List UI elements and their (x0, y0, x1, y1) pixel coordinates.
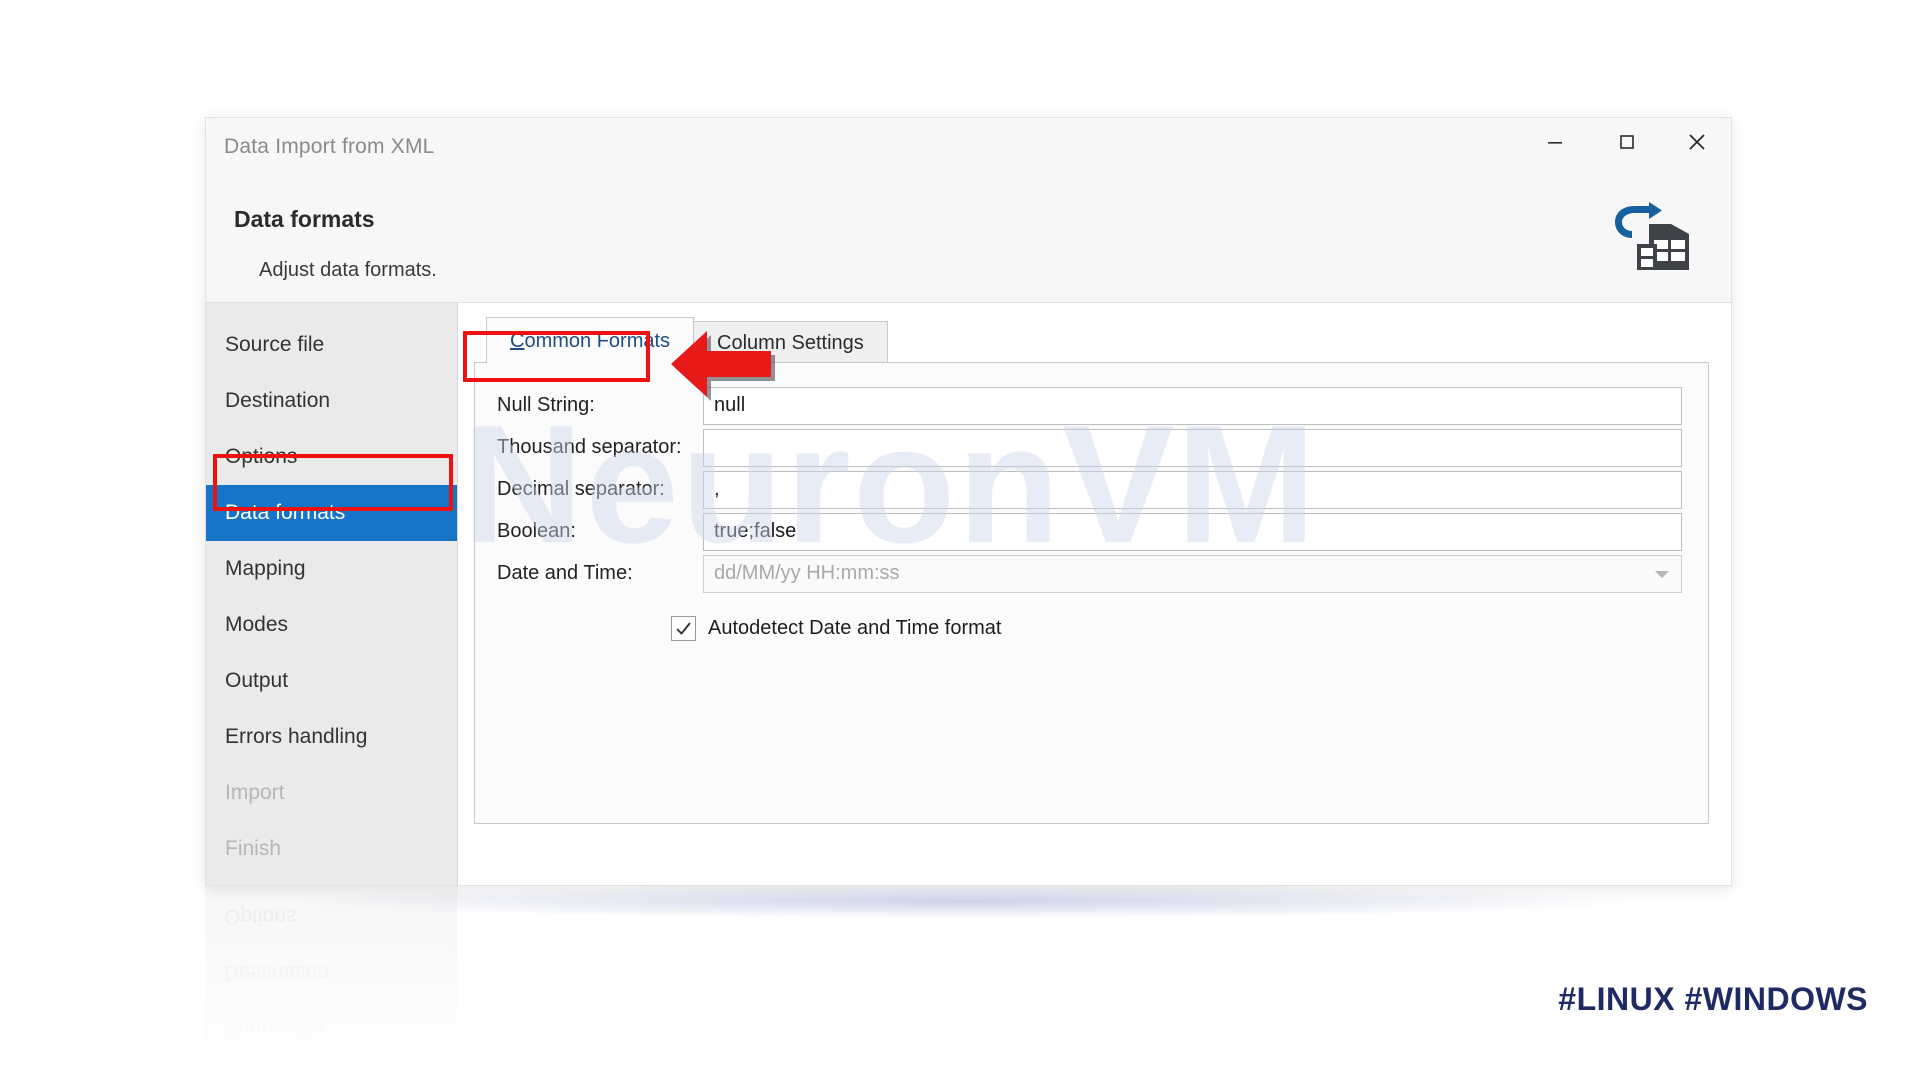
close-icon (1688, 134, 1705, 150)
minimize-button[interactable] (1526, 118, 1583, 166)
input-date-and-time[interactable]: dd/MM/yy HH:mm:ss (703, 554, 1682, 593)
page-title: Data formats (234, 206, 375, 232)
maximize-button[interactable] (1598, 118, 1655, 166)
tab-accel-letter: C (510, 330, 525, 352)
sidebar-item-import: Import (225, 781, 285, 804)
wizard-body: Source file Destination Options Data for… (206, 303, 1731, 885)
sidebar-item-destination[interactable]: Destination (206, 373, 457, 429)
common-formats-panel: Null String: null Thousand separator: De… (474, 362, 1709, 824)
chevron-down-icon[interactable] (1655, 570, 1669, 578)
window-title: Data Import from XML (224, 135, 435, 158)
wizard-main-panel: Common Formats Column Settings Null Stri… (458, 303, 1731, 885)
sidebar-item-mapping[interactable]: Mapping (206, 541, 457, 597)
input-decimal-separator[interactable]: , (703, 470, 1682, 509)
reflection-main (457, 884, 1730, 1070)
sidebar-item-data-formats[interactable]: Data formats (206, 485, 457, 541)
wizard-sidebar: Source file Destination Options Data for… (206, 303, 458, 885)
reflection-item: Source file (224, 1017, 324, 1040)
window-titlebar: Data Import from XML (206, 118, 1731, 176)
tab-label: Column Settings (717, 332, 864, 354)
close-button[interactable] (1668, 118, 1725, 166)
window-reflection: Source file Destination Options Data for… (205, 884, 1730, 1070)
check-icon (676, 622, 691, 635)
date-format-value: dd/MM/yy HH:mm:ss (714, 562, 900, 584)
reflection-glow (300, 884, 1630, 918)
field-row-null-string: Null String: null (493, 385, 1682, 426)
import-wizard-window: Data Import from XML Data formats Adjust… (205, 117, 1732, 886)
page-subtitle: Adjust data formats. (259, 259, 437, 281)
field-row-thousand-separator: Thousand separator: (493, 427, 1682, 468)
sidebar-item-errors-handling[interactable]: Errors handling (206, 709, 457, 765)
autodetect-checkbox-row[interactable]: Autodetect Date and Time format (493, 616, 1682, 641)
tab-column-settings[interactable]: Column Settings (693, 321, 888, 363)
sidebar-item-modes[interactable]: Modes (206, 597, 457, 653)
reflection-fade (205, 884, 1730, 1070)
field-row-date-and-time: Date and Time: dd/MM/yy HH:mm:ss (493, 553, 1682, 594)
label-null-string: Null String: (497, 394, 595, 416)
footer-hashtags: #LINUX #WINDOWS (1558, 981, 1868, 1017)
reflection-sidebar: Source file Destination Options Data for… (205, 884, 457, 1070)
input-thousand-separator[interactable] (703, 428, 1682, 467)
sidebar-item-output[interactable]: Output (206, 653, 457, 709)
input-boolean[interactable]: true;false (703, 512, 1682, 551)
screenshot-root: NeuronVM Source file Destination Options… (0, 0, 1920, 1080)
minimize-icon (1547, 142, 1562, 144)
sidebar-item-options[interactable]: Options (206, 429, 457, 485)
input-null-string[interactable]: null (703, 386, 1682, 425)
maximize-icon (1619, 135, 1634, 149)
sidebar-item-source-file[interactable]: Source file (206, 317, 457, 373)
field-row-decimal-separator: Decimal separator: , (493, 469, 1682, 510)
wizard-header: Data formats Adjust data formats. (206, 176, 1731, 303)
tab-label-rest: ommon Formats (524, 330, 671, 352)
import-to-table-icon (1615, 202, 1689, 270)
label-date-and-time: Date and Time: (497, 562, 633, 584)
label-boolean: Boolean: (497, 520, 576, 542)
tab-common-formats[interactable]: Common Formats (486, 317, 695, 363)
tab-strip: Common Formats Column Settings (474, 317, 1709, 363)
autodetect-checkbox-label: Autodetect Date and Time format (708, 617, 1002, 639)
autodetect-checkbox[interactable] (671, 616, 696, 641)
reflection-item: Options (224, 905, 297, 928)
reflection-item: Destination (224, 961, 330, 984)
label-decimal-separator: Decimal separator: (497, 478, 665, 500)
field-row-boolean: Boolean: true;false (493, 511, 1682, 552)
sidebar-item-finish: Finish (225, 837, 282, 860)
label-thousand-separator: Thousand separator: (497, 436, 682, 458)
